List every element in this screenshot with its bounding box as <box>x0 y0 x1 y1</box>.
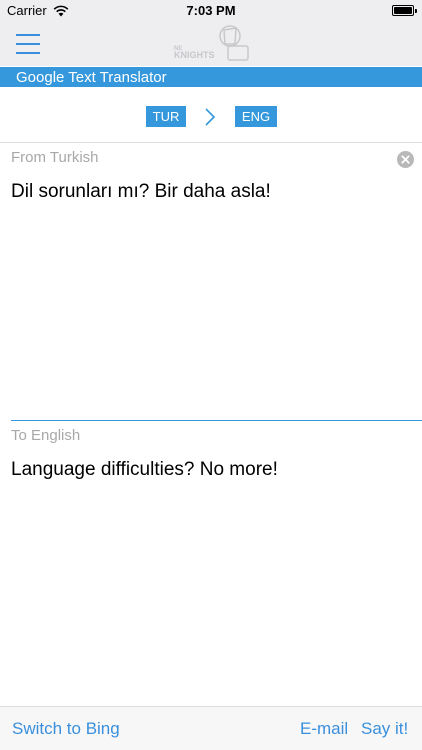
source-text-input[interactable]: Dil sorunları mı? Bir daha asla! <box>11 181 411 401</box>
target-label: To English <box>11 427 81 444</box>
menu-button[interactable] <box>16 31 42 57</box>
page-title: Google Text Translator <box>16 69 167 86</box>
switch-to-bing-button[interactable]: Switch to Bing <box>12 719 120 739</box>
menu-icon-bar <box>16 43 40 45</box>
knights-logo: NE KNIGHTS <box>174 25 249 61</box>
source-label: From Turkish <box>11 149 99 166</box>
clear-icon <box>401 155 410 164</box>
language-selector: TUR ENG <box>0 106 422 128</box>
translation-output: Language difficulties? No more! <box>11 459 278 480</box>
bottom-toolbar: Switch to Bing E-mail Say it! <box>0 706 422 750</box>
battery-icon <box>392 5 417 16</box>
status-bar: Carrier 7:03 PM <box>0 0 422 22</box>
swap-arrow-icon[interactable] <box>204 108 216 126</box>
menu-icon-bar <box>16 52 40 54</box>
target-language-button[interactable]: ENG <box>235 106 277 127</box>
menu-icon <box>16 34 40 36</box>
clock: 7:03 PM <box>186 3 236 18</box>
nav-bar: NE KNIGHTS <box>0 22 422 66</box>
say-it-button[interactable]: Say it! <box>361 719 408 739</box>
email-button[interactable]: E-mail <box>300 719 348 739</box>
divider-accent <box>11 420 422 421</box>
logo-text: KNIGHTS <box>174 50 215 60</box>
source-language-button[interactable]: TUR <box>146 106 186 127</box>
clear-button[interactable] <box>397 151 414 168</box>
title-strip: Google Text Translator <box>0 67 422 87</box>
divider <box>0 142 422 143</box>
